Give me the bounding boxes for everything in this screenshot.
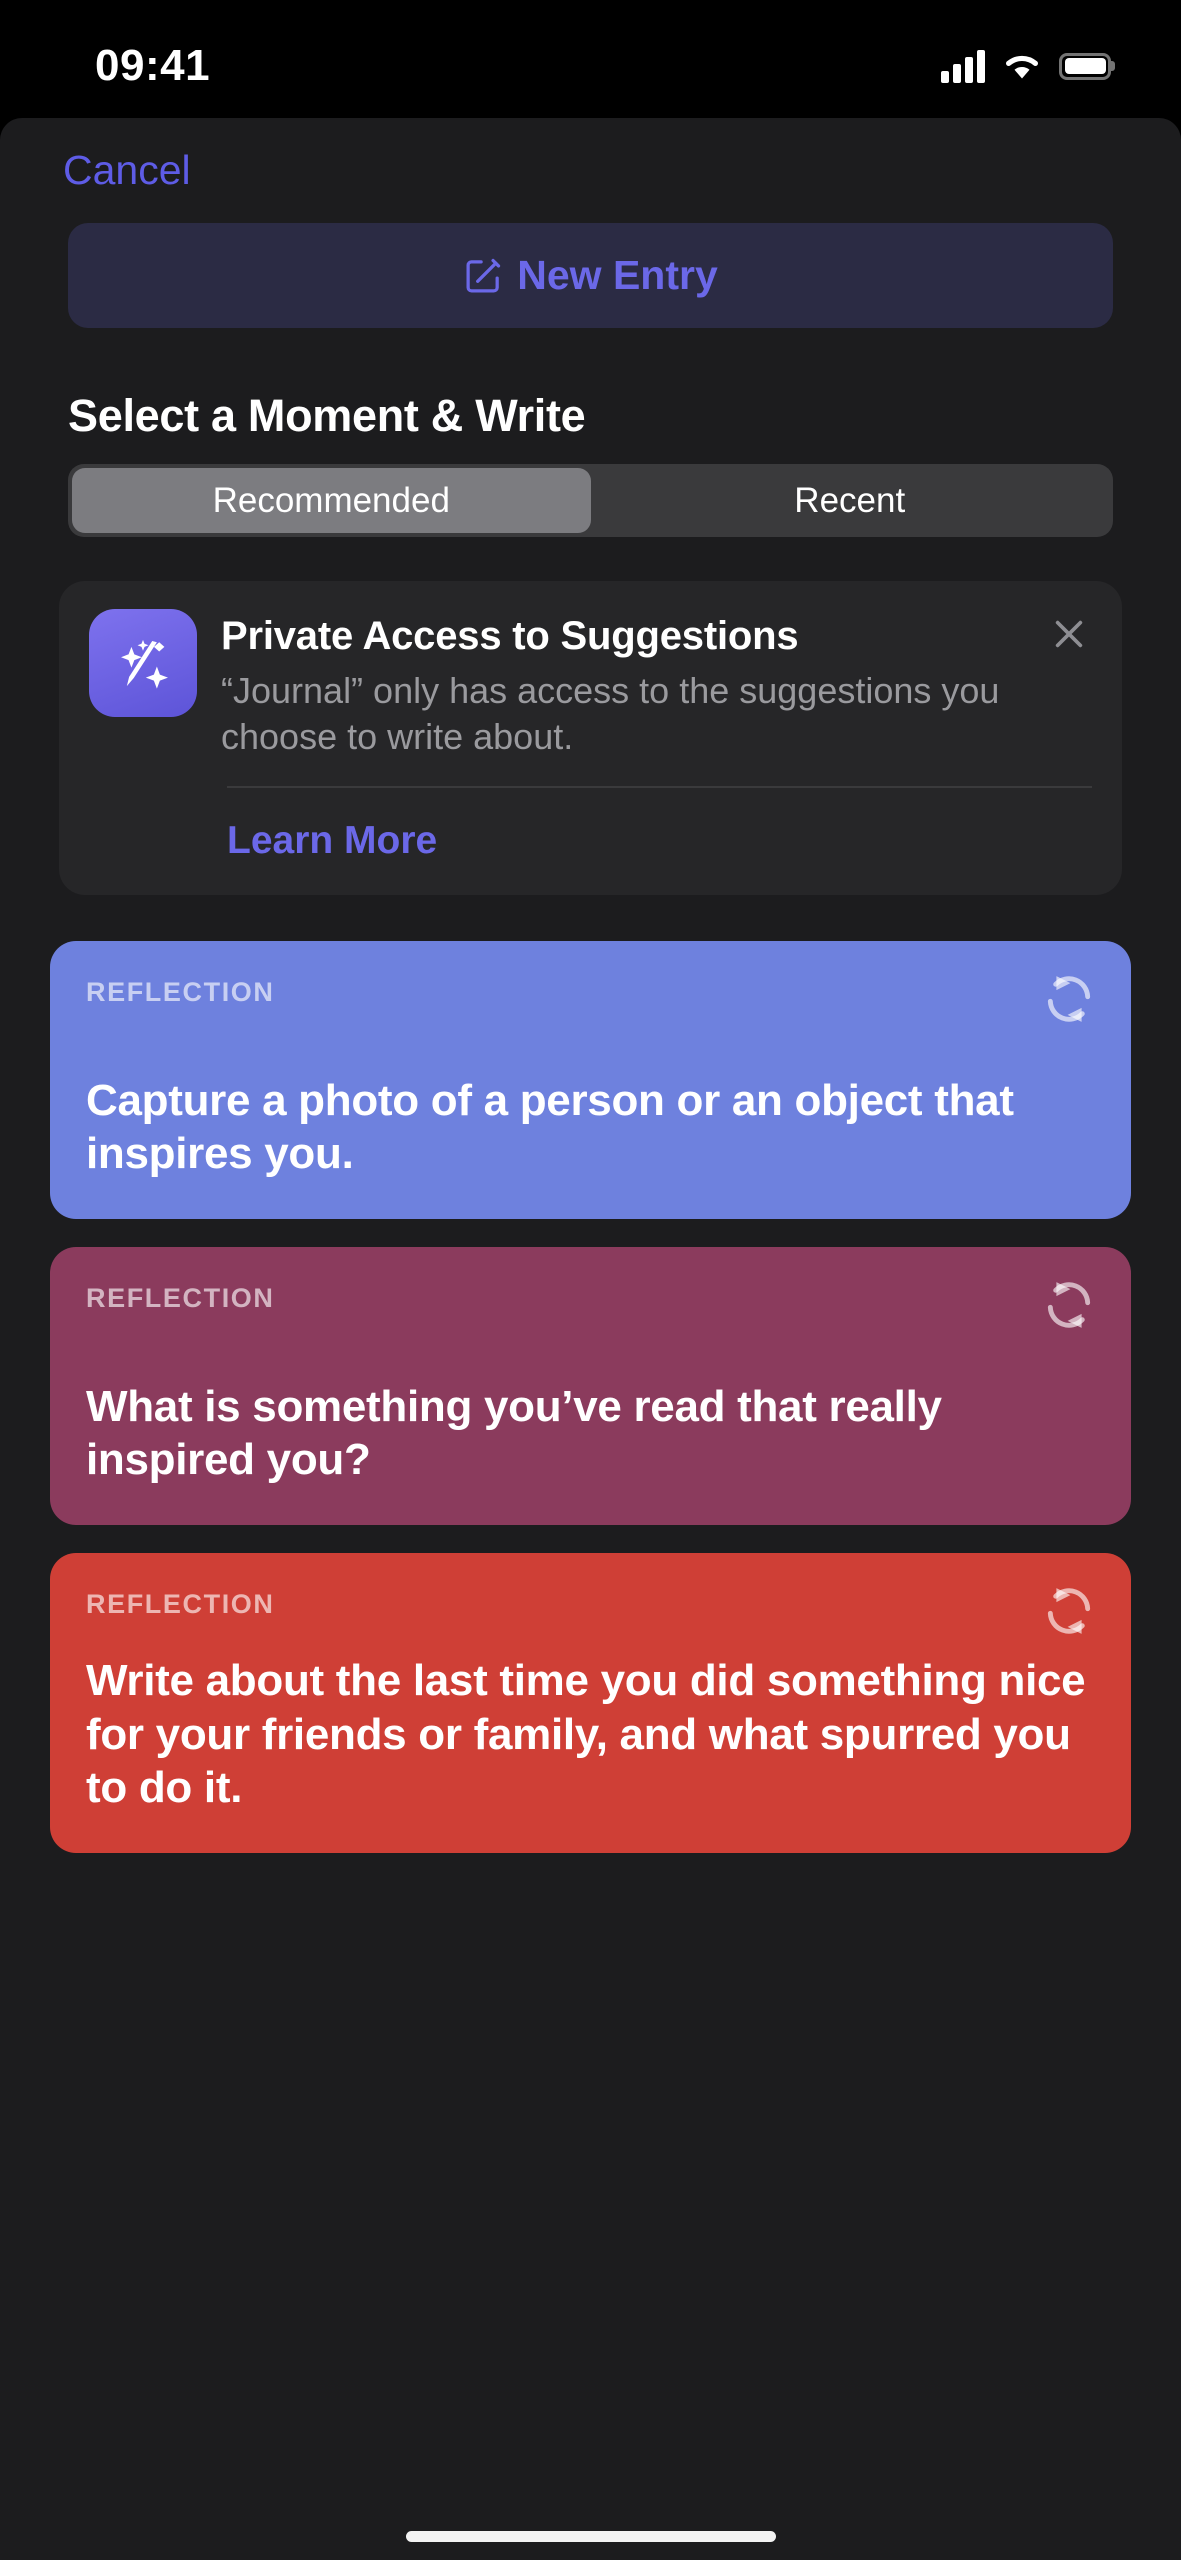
sheet-nav-bar: Cancel: [0, 118, 1181, 223]
reflection-card-prompt: Write about the last time you did someth…: [86, 1656, 1086, 1813]
status-bar: 09:41: [0, 0, 1181, 118]
journal-sheet: Cancel New Entry Select a Moment & Write…: [0, 118, 1181, 2560]
compose-icon: [466, 258, 501, 293]
privacy-card-body: “Journal” only has access to the suggest…: [221, 670, 1000, 758]
privacy-card-title: Private Access to Suggestions: [221, 614, 799, 658]
reflection-card-list: REFLECTION Capture a photo of a person o…: [0, 895, 1181, 1854]
refresh-icon[interactable]: [1041, 1277, 1097, 1333]
refresh-icon[interactable]: [1041, 971, 1097, 1027]
home-indicator[interactable]: [405, 2531, 776, 2542]
reflection-card-kicker: REFLECTION: [86, 1283, 275, 1314]
privacy-card-header: Private Access to Suggestions “Journal” …: [89, 609, 1092, 760]
reflection-card-kicker: REFLECTION: [86, 977, 275, 1008]
privacy-card-text: Private Access to Suggestions “Journal” …: [221, 609, 1092, 760]
page-title: Select a Moment & Write: [68, 390, 586, 441]
privacy-card: Private Access to Suggestions “Journal” …: [59, 581, 1122, 896]
learn-more-link[interactable]: Learn More: [89, 788, 1092, 895]
status-bar-time: 09:41: [95, 41, 211, 90]
refresh-icon[interactable]: [1041, 1583, 1097, 1639]
cancel-button[interactable]: Cancel: [63, 147, 191, 194]
privacy-card-section: Private Access to Suggestions “Journal” …: [0, 537, 1181, 896]
cellular-signal-icon: [941, 49, 985, 83]
segmented-control-section: Recommended Recent: [0, 464, 1181, 537]
phone-screen: 09:41 Cancel New Entry Select a Moment &…: [0, 0, 1181, 2560]
wifi-icon: [1006, 55, 1038, 78]
magic-wand-icon: [89, 609, 197, 717]
tab-recent[interactable]: Recent: [591, 468, 1110, 533]
reflection-card-prompt: Capture a photo of a person or an object…: [86, 1075, 1014, 1179]
new-entry-button[interactable]: New Entry: [68, 223, 1113, 328]
reflection-card-prompt: What is something you’ve read that reall…: [86, 1381, 942, 1485]
reflection-card[interactable]: REFLECTION Capture a photo of a person o…: [50, 941, 1131, 1220]
status-bar-indicators: [941, 36, 1111, 83]
reflection-card[interactable]: REFLECTION What is something you’ve read…: [50, 1247, 1131, 1526]
new-entry-section: New Entry: [0, 223, 1181, 328]
reflection-card-kicker: REFLECTION: [86, 1589, 275, 1620]
segmented-control[interactable]: Recommended Recent: [68, 464, 1113, 537]
close-icon[interactable]: [1046, 611, 1092, 657]
reflection-card[interactable]: REFLECTION Write about the last time you…: [50, 1553, 1131, 1854]
new-entry-label: New Entry: [517, 252, 718, 298]
battery-icon: [1059, 52, 1111, 80]
tab-recommended[interactable]: Recommended: [72, 468, 591, 533]
